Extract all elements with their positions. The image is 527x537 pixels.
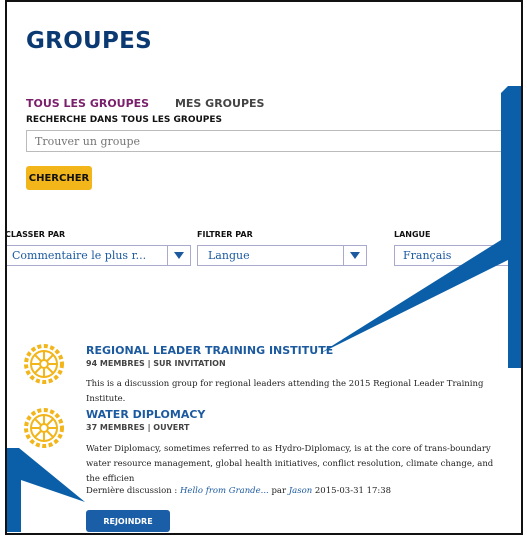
page-frame: GROUPES TOUS LES GROUPES MES GROUPES REC… — [5, 0, 523, 535]
callout-overlay — [7, 86, 521, 532]
callout-bottom-left — [7, 448, 85, 532]
callout-top-right — [319, 86, 521, 368]
